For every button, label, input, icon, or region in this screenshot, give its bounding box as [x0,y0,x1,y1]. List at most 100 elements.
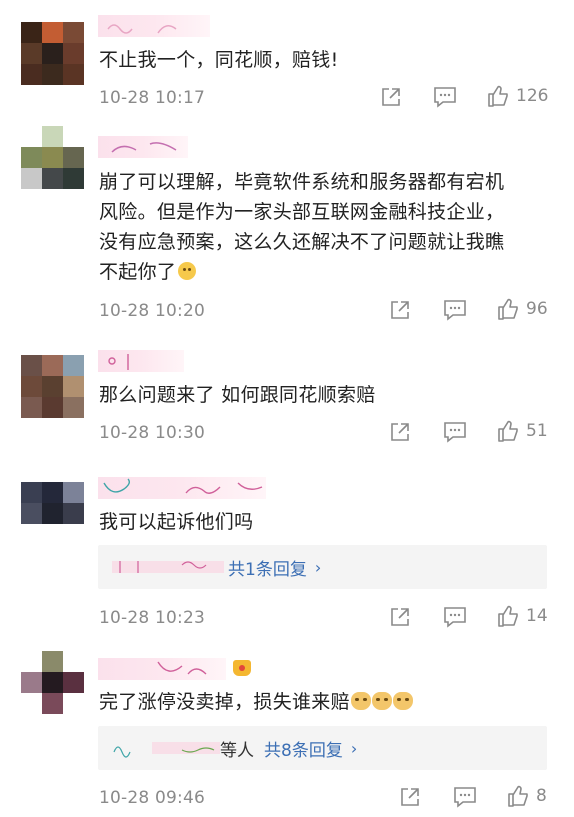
share-button[interactable] [389,421,411,443]
like-button[interactable]: 51 [496,419,548,443]
like-button[interactable]: 8 [506,784,547,808]
comment-text: 那么问题来了 如何跟同花顺索赔 [99,384,376,406]
avatar-pixel [21,376,42,397]
avatar-pixel [63,376,84,397]
share-icon [382,88,400,106]
username-blurred[interactable] [98,477,266,499]
thumbs-up-icon [498,298,518,320]
comment-timestamp: 10-28 09:46 [99,788,205,808]
thumbs-up-icon [488,85,508,107]
avatar-pixel [63,397,84,418]
avatar[interactable] [21,355,84,418]
avatar[interactable] [21,22,84,85]
reply-summary-box[interactable]: 共1条回复 › [98,545,547,589]
emoji-icon [178,262,197,280]
avatar-pixel [21,524,42,545]
avatar-pixel [63,693,84,714]
cat-emoji-icon [350,692,371,710]
like-button[interactable]: 96 [496,297,548,321]
comment-icon [444,300,466,321]
avatar-pixel [21,43,42,64]
username-blurred[interactable] [98,350,184,372]
share-button[interactable] [389,299,411,321]
comment-text-content: 完了涨停没卖掉，损失谁来赔 [99,691,350,713]
avatar-pixel [42,651,63,672]
avatar-pixel [42,672,63,693]
avatar[interactable] [21,651,84,714]
avatar-pixel [63,672,84,693]
avatar-pixel [42,503,63,524]
avatar-pixel [21,22,42,43]
avatar-pixel [21,397,42,418]
comment-button[interactable] [443,421,467,443]
comment-text-line: 不起你了 [99,261,177,283]
avatar-pixel [42,355,63,376]
comment-button[interactable] [453,786,477,808]
avatar-pixel [63,168,84,189]
avatar-pixel [42,524,63,545]
comment-text: 不止我一个，同花顺，赔钱! [99,49,339,71]
reply-count-link[interactable]: 共8条回复 [264,736,343,761]
thumbs-up-icon [498,605,518,627]
avatar-pixel [42,397,63,418]
comment-icon [444,607,466,628]
avatar-pixel [21,672,42,693]
comment-text-line-last: 不起你了 [99,257,559,287]
avatar-pixel [63,43,84,64]
share-button[interactable] [399,786,421,808]
like-count: 126 [516,86,549,106]
avatar-pixel [42,693,63,714]
share-icon [391,608,409,626]
avatar-pixel [21,355,42,376]
share-icon [401,788,419,806]
avatar-pixel [63,355,84,376]
avatar-pixel [21,64,42,85]
avatar-pixel [21,168,42,189]
like-button[interactable]: 14 [496,604,548,628]
comment-button[interactable] [443,299,467,321]
avatar-pixel [63,126,84,147]
comment-timestamp: 10-28 10:17 [99,88,205,108]
avatar-pixel [63,524,84,545]
avatar-pixel [63,482,84,503]
avatar-pixel [21,651,42,672]
like-button[interactable]: 126 [486,84,548,108]
comment-button[interactable] [433,86,457,108]
chevron-right-icon: › [314,557,322,577]
avatar[interactable] [21,126,84,189]
cat-emoji-icon [392,692,413,710]
like-count: 96 [526,299,548,319]
reply-users-blurred [112,557,224,577]
thumbs-up-icon [498,420,518,442]
reply-summary-box[interactable]: 等人 共8条回复 › [98,726,547,770]
avatar-pixel [21,503,42,524]
avatar-pixel [21,482,42,503]
avatar-pixel [21,693,42,714]
avatar-pixel [21,147,42,168]
comment-icon [444,422,466,443]
share-icon [391,423,409,441]
reply-count-link[interactable]: 共1条回复 [228,555,307,580]
username-blurred[interactable] [98,15,210,37]
comment-button[interactable] [443,606,467,628]
username-blurred[interactable] [98,136,188,158]
cat-emoji-icon [371,692,392,710]
avatar-pixel [63,503,84,524]
share-button[interactable] [389,606,411,628]
share-button[interactable] [380,86,402,108]
avatar[interactable] [21,482,84,545]
avatar-pixel [42,168,63,189]
username-blurred[interactable] [98,658,226,680]
comment-icon [454,787,476,808]
reply-users-suffix: 等人 [220,740,254,761]
like-count: 51 [526,421,548,441]
avatar-pixel [63,22,84,43]
chevron-right-icon: › [350,738,358,758]
comment-timestamp: 10-28 10:23 [99,608,205,628]
thumbs-up-icon [508,785,528,807]
like-count: 8 [536,786,547,806]
avatar-pixel [42,43,63,64]
like-count: 14 [526,606,548,626]
avatar-pixel [42,147,63,168]
avatar-pixel [21,126,42,147]
